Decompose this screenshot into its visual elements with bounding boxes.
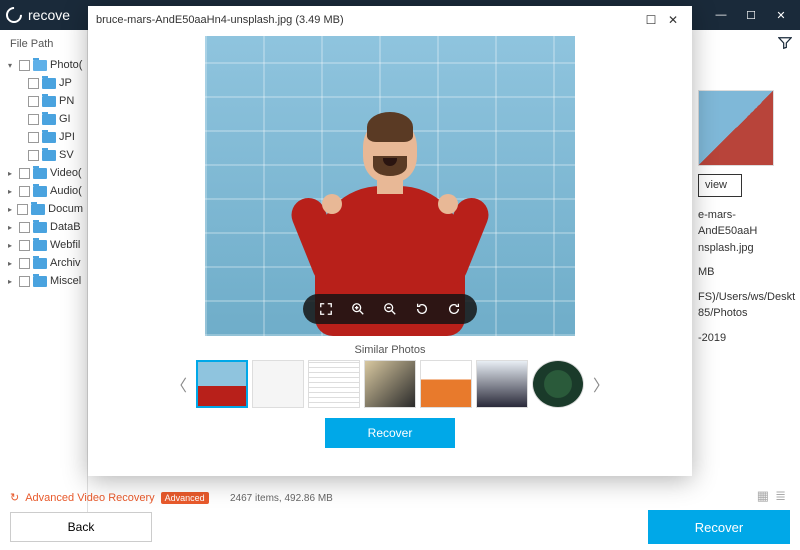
- folder-icon: [33, 186, 47, 197]
- thumbnail-item[interactable]: [308, 360, 360, 408]
- checkbox[interactable]: [19, 276, 30, 287]
- checkbox[interactable]: [28, 150, 39, 161]
- modal-titlebar: bruce-mars-AndE50aaHn4-unsplash.jpg (3.4…: [88, 6, 692, 34]
- modal-maximize-button[interactable]: ☐: [640, 10, 662, 30]
- filter-icon[interactable]: [778, 36, 792, 53]
- checkbox[interactable]: [19, 186, 30, 197]
- logo-icon: [3, 4, 26, 27]
- advanced-badge: Advanced: [161, 492, 209, 504]
- carousel-next-button[interactable]: 〉: [592, 372, 610, 396]
- folder-icon: [33, 276, 47, 287]
- tree-item-audio[interactable]: ▸Audio(: [0, 182, 87, 200]
- folder-icon: [42, 114, 56, 125]
- thumbnail-item[interactable]: [196, 360, 248, 408]
- maximize-button[interactable]: ☐: [738, 4, 764, 26]
- similar-photos-label: Similar Photos: [355, 344, 426, 356]
- details-path: FS)/Users/ws/Deskt 85/Photos: [698, 289, 786, 322]
- thumbnail-item[interactable]: [476, 360, 528, 408]
- zoom-in-icon[interactable]: [349, 302, 367, 316]
- recover-button[interactable]: Recover: [648, 510, 790, 544]
- details-date: -2019: [698, 330, 786, 347]
- details-filename: e-mars-AndE50aaH nsplash.jpg: [698, 207, 786, 257]
- tree-item-misc[interactable]: ▸Miscel: [0, 272, 87, 290]
- preview-filename: bruce-mars-AndE50aaHn4-unsplash.jpg: [96, 14, 292, 26]
- checkbox[interactable]: [17, 204, 28, 215]
- details-size: MB: [698, 264, 786, 281]
- status-text: 2467 items, 492.86 MB: [230, 493, 333, 504]
- tree-item-video[interactable]: ▸Video(: [0, 164, 87, 182]
- close-button[interactable]: ✕: [768, 4, 794, 26]
- refresh-icon: ↻: [10, 491, 19, 504]
- folder-icon: [33, 258, 47, 269]
- tree-item-photo[interactable]: ▾Photo(: [0, 56, 87, 74]
- fullscreen-icon[interactable]: [445, 302, 463, 316]
- folder-icon: [42, 78, 56, 89]
- tree-item-document[interactable]: ▸Docum: [0, 200, 87, 218]
- checkbox[interactable]: [19, 258, 30, 269]
- folder-icon: [33, 240, 47, 251]
- folder-icon: [33, 222, 47, 233]
- folder-icon: [42, 132, 56, 143]
- rotate-icon[interactable]: [413, 302, 431, 316]
- advanced-recovery-link[interactable]: ↻ Advanced Video Recovery Advanced: [10, 491, 209, 504]
- tree-item-jpeg[interactable]: JPI: [0, 128, 87, 146]
- preview-filesize: (3.49 MB): [295, 14, 343, 26]
- thumbnail-item[interactable]: [420, 360, 472, 408]
- preview-image: [205, 36, 575, 336]
- checkbox[interactable]: [28, 78, 39, 89]
- modal-recover-button[interactable]: Recover: [325, 418, 455, 448]
- tree-item-gif[interactable]: GI: [0, 110, 87, 128]
- tree-item-jpg[interactable]: JP: [0, 74, 87, 92]
- folder-icon: [33, 168, 47, 179]
- file-path-label: File Path: [0, 34, 87, 56]
- app-title: recove: [28, 7, 70, 23]
- fit-screen-icon[interactable]: [317, 302, 335, 316]
- carousel-prev-button[interactable]: 〈: [170, 372, 188, 396]
- tree-item-webfile[interactable]: ▸Webfil: [0, 236, 87, 254]
- thumbnail-item[interactable]: [252, 360, 304, 408]
- modal-close-button[interactable]: ✕: [662, 10, 684, 30]
- thumbnail-carousel: 〈 〉: [170, 360, 610, 408]
- checkbox[interactable]: [19, 240, 30, 251]
- tree-item-png[interactable]: PN: [0, 92, 87, 110]
- tree-item-archive[interactable]: ▸Archiv: [0, 254, 87, 272]
- app-logo: recove: [6, 7, 70, 23]
- tree-item-database[interactable]: ▸DataB: [0, 218, 87, 236]
- checkbox[interactable]: [28, 96, 39, 107]
- folder-icon: [33, 60, 47, 71]
- list-view-icon[interactable]: ≣: [775, 488, 786, 504]
- view-mode-toggles: ▦ ≣: [757, 488, 786, 504]
- checkbox[interactable]: [19, 168, 30, 179]
- image-controls-toolbar: [303, 294, 477, 324]
- view-button[interactable]: view: [698, 174, 742, 197]
- file-tree-sidebar: File Path ▾Photo( JP PN GI JPI SV ▸Video…: [0, 30, 88, 520]
- folder-icon: [42, 150, 56, 161]
- checkbox[interactable]: [28, 132, 39, 143]
- zoom-out-icon[interactable]: [381, 302, 399, 316]
- checkbox[interactable]: [28, 114, 39, 125]
- thumbnail-item[interactable]: [532, 360, 584, 408]
- folder-icon: [31, 204, 45, 215]
- tree-item-svg[interactable]: SV: [0, 146, 87, 164]
- back-button[interactable]: Back: [10, 512, 152, 542]
- image-preview-modal: bruce-mars-AndE50aaHn4-unsplash.jpg (3.4…: [88, 6, 692, 476]
- details-thumbnail: [698, 90, 774, 166]
- file-details-panel: view e-mars-AndE50aaH nsplash.jpg MB FS)…: [698, 90, 786, 346]
- minimize-button[interactable]: —: [708, 4, 734, 26]
- thumbnail-item[interactable]: [364, 360, 416, 408]
- checkbox[interactable]: [19, 60, 30, 71]
- checkbox[interactable]: [19, 222, 30, 233]
- grid-view-icon[interactable]: ▦: [757, 488, 769, 504]
- folder-icon: [42, 96, 56, 107]
